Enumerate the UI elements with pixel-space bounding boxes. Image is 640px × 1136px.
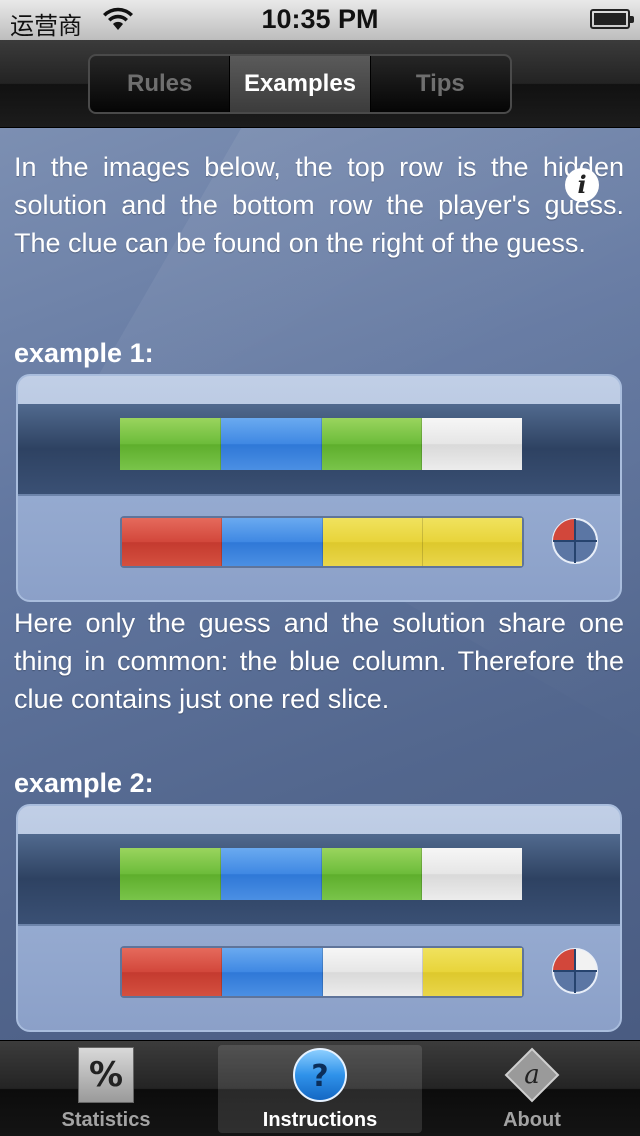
solution-row [120,418,522,470]
yellow-peg [422,518,522,566]
segment-examples[interactable]: Examples [230,56,371,112]
yellow-peg [422,948,522,996]
tab-instructions[interactable]: ? Instructions [218,1045,422,1133]
example-2-title: example 2: [14,768,154,798]
blue-peg [222,518,323,566]
tab-label: About [503,1109,561,1131]
red-peg [122,948,223,996]
green-peg [321,418,423,470]
tab-bar: % Statistics ? Instructions a About [0,1040,640,1136]
white-peg [422,418,522,470]
example-1-title: example 1: [14,338,154,368]
white-peg [322,948,423,996]
guess-row [120,516,524,568]
clue-slice [575,949,597,971]
clue-icon [552,518,598,564]
clue-slice [553,519,575,541]
green-peg [120,848,221,900]
red-peg [122,518,223,566]
tab-about[interactable]: a About [430,1045,634,1133]
info-icon[interactable]: i [565,168,599,202]
examples-content[interactable]: In the images below, the top row is the … [0,128,640,1040]
blue-peg [222,948,323,996]
example-1-board [16,374,622,602]
svg-text:a: a [524,1060,540,1090]
clock: 10:35 PM [261,4,379,34]
blue-peg [220,418,322,470]
tab-label: Instructions [262,1109,378,1131]
green-peg [120,418,221,470]
status-bar: 运营商 10:35 PM [0,0,640,40]
segment-tips[interactable]: Tips [371,56,510,112]
solution-row [120,848,522,900]
clue-icon [552,948,598,994]
segment-rules[interactable]: Rules [90,56,231,112]
clue-slice [553,949,575,971]
battery-icon [590,9,634,29]
segmented-control: Rules Examples Tips [88,54,512,114]
tab-statistics[interactable]: % Statistics [4,1045,208,1133]
green-peg [321,848,423,900]
tab-label: Statistics [61,1109,151,1131]
navigation-bar: Rules Examples Tips [0,40,640,128]
about-icon: a [504,1047,560,1103]
example-2-board [16,804,622,1032]
svg-text:?: ? [311,1059,328,1094]
percent-icon: % [78,1047,134,1103]
question-icon: ? [293,1048,347,1102]
example-1-explanation: Here only the guess and the solution sha… [14,608,624,714]
yellow-peg [322,518,423,566]
blue-peg [220,848,322,900]
guess-row [120,946,524,998]
white-peg [422,848,522,900]
intro-text: In the images below, the top row is the … [14,152,624,258]
